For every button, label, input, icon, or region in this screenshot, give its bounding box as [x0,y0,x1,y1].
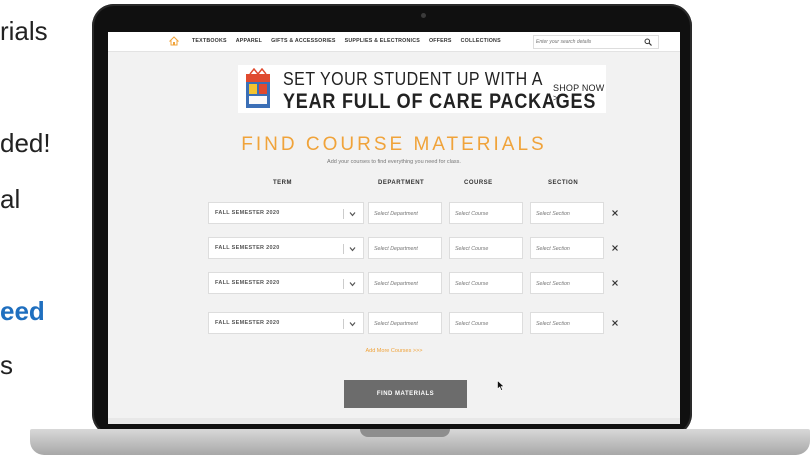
select-divider [343,209,344,219]
slide-text-line: rials [0,16,48,46]
department-field[interactable] [374,209,434,218]
nav-item-textbooks[interactable]: TEXTBOOKS [192,38,227,44]
term-value: FALL SEMESTER 2020 [215,245,280,251]
find-materials-button[interactable]: FIND MATERIALS [344,380,467,408]
shop-now-link[interactable]: SHOP NOW > [553,83,606,103]
course-field[interactable] [455,279,515,288]
term-value: FALL SEMESTER 2020 [215,280,280,286]
search-icon[interactable] [644,38,652,46]
close-icon[interactable] [612,320,618,326]
department-field[interactable] [374,319,434,328]
promo-banner[interactable]: SET YOUR STUDENT UP WITH A YEAR FULL OF … [238,65,606,113]
term-value: FALL SEMESTER 2020 [215,320,280,326]
nav-item-supplies[interactable]: SUPPLIES & ELECTRONICS [345,38,420,44]
select-divider [343,319,344,329]
nav-item-apparel[interactable]: APPAREL [236,38,262,44]
close-icon[interactable] [612,210,618,216]
term-select[interactable]: FALL SEMESTER 2020 [208,272,364,294]
section-field[interactable] [536,279,596,288]
term-select[interactable]: FALL SEMESTER 2020 [208,237,364,259]
column-header-section: SECTION [548,180,579,186]
page-subtitle: Add your courses to find everything you … [327,159,461,165]
department-select[interactable] [368,237,442,259]
nav-item-offers[interactable]: OFFERS [429,38,452,44]
home-icon[interactable] [169,36,179,46]
section-field[interactable] [536,244,596,253]
care-package-image [246,68,270,108]
column-header-department: DEPARTMENT [378,180,425,186]
slide-text-line: al [0,184,21,214]
search-box [533,35,659,49]
add-more-courses-link[interactable]: Add More Courses >>> [108,348,680,354]
course-select[interactable] [449,202,523,224]
course-field[interactable] [455,319,515,328]
course-select[interactable] [449,312,523,334]
banner-headline: SET YOUR STUDENT UP WITH A [283,70,543,90]
course-field[interactable] [455,244,515,253]
department-field[interactable] [374,244,434,253]
department-select[interactable] [368,312,442,334]
department-field[interactable] [374,279,434,288]
search-input[interactable] [536,37,632,46]
department-select[interactable] [368,202,442,224]
section-field[interactable] [536,209,596,218]
slide-text-highlight: eed [0,296,45,326]
top-nav: TEXTBOOKS APPAREL GIFTS & ACCESSORIES SU… [108,32,680,52]
section-select[interactable] [530,202,604,224]
close-icon[interactable] [612,280,618,286]
term-value: FALL SEMESTER 2020 [215,210,280,216]
chevron-down-icon [349,247,356,252]
column-header-course: COURSE [464,180,493,186]
course-select[interactable] [449,237,523,259]
laptop-screen: TEXTBOOKS APPAREL GIFTS & ACCESSORIES SU… [108,32,680,424]
section-field[interactable] [536,319,596,328]
slide-text-line: ded! [0,128,51,158]
select-divider [343,244,344,254]
term-select[interactable]: FALL SEMESTER 2020 [208,202,364,224]
section-select[interactable] [530,237,604,259]
term-select[interactable]: FALL SEMESTER 2020 [208,312,364,334]
course-field[interactable] [455,209,515,218]
banner-headline-bold: YEAR FULL OF CARE PACKAGES [283,89,597,113]
chevron-down-icon [349,322,356,327]
nav-menu: TEXTBOOKS APPAREL GIFTS & ACCESSORIES SU… [192,38,501,44]
department-select[interactable] [368,272,442,294]
laptop-notch [360,429,450,437]
chevron-down-icon [349,282,356,287]
column-header-term: TERM [273,180,292,186]
slide-text-line: s [0,350,13,380]
close-icon[interactable] [612,245,618,251]
nav-item-collections[interactable]: COLLECTIONS [461,38,501,44]
mouse-pointer-icon [497,380,505,391]
course-select[interactable] [449,272,523,294]
webcam [421,13,426,18]
footer-strip [108,418,680,424]
section-select[interactable] [530,272,604,294]
nav-item-gifts[interactable]: GIFTS & ACCESSORIES [271,38,336,44]
section-select[interactable] [530,312,604,334]
chevron-down-icon [349,212,356,217]
select-divider [343,279,344,289]
page-title: FIND COURSE MATERIALS [241,134,547,155]
